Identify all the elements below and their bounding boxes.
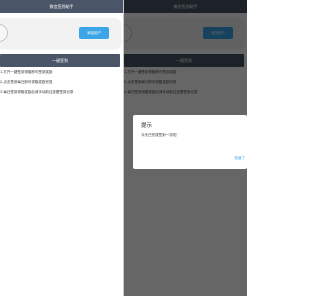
instruction-item: 3.每日签到领取奖励后请手动前往查看签到记录 (0, 90, 74, 94)
dialog-title: 提示 (141, 123, 153, 129)
alert-dialog: 提示 今天已完成签到一次啦！ 知道了 (133, 115, 247, 169)
user-card: 添加用户 (0, 18, 121, 48)
instruction-item: 1.打开一键签到领取即可签到奖励 (0, 70, 53, 74)
instruction-item: 2.点击签到每日即可领取奖励完成 (0, 80, 53, 84)
page-title: 微信签到助手 (0, 0, 123, 13)
screen-with-dialog: 微信签到助手 添加用户 一键签到 1.打开一键签到领取即可签到奖励 2.点击签到… (124, 0, 247, 296)
checkin-button[interactable]: 一键签到 (0, 54, 120, 67)
dialog-message: 今天已完成签到一次啦！ (141, 133, 180, 137)
avatar (0, 24, 8, 42)
add-user-button[interactable]: 添加用户 (79, 27, 109, 39)
screen-normal: 微信签到助手 添加用户 一键签到 1.打开一键签到领取即可签到奖励 2.点击签到… (0, 0, 123, 296)
dialog-ok-button[interactable]: 知道了 (235, 156, 246, 161)
instructions: 1.打开一键签到领取即可签到奖励 2.点击签到每日即可领取奖励完成 3.每日签到… (0, 70, 123, 100)
